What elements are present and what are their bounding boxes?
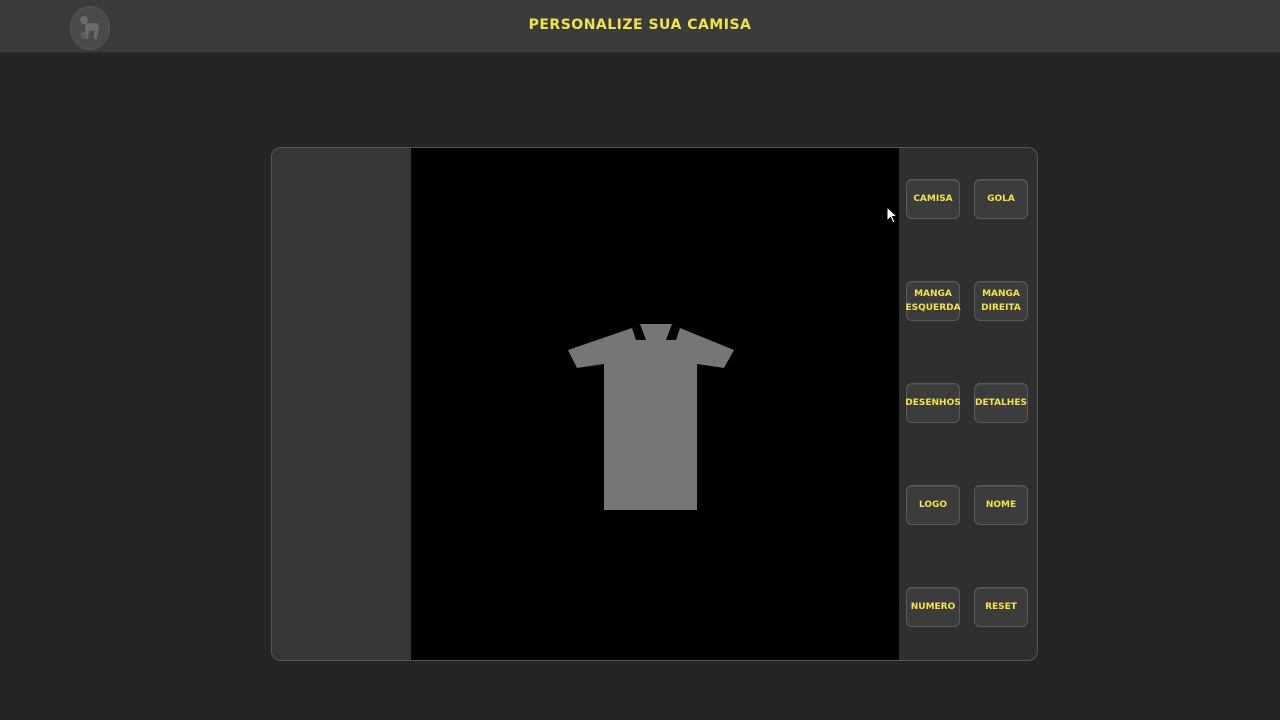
numero-button[interactable]: NUMERO <box>906 587 960 627</box>
mouse-cursor-icon <box>886 206 898 224</box>
page-title: PERSONALIZE SUA CAMISA <box>528 17 752 33</box>
desenhos-button[interactable]: DESENHOS <box>905 383 961 423</box>
nome-button[interactable]: NOME <box>974 485 1028 525</box>
reset-button[interactable]: RESET <box>974 587 1028 627</box>
logo-button[interactable]: LOGO <box>906 485 960 525</box>
left-side-panel <box>272 148 411 660</box>
detalhes-button[interactable]: DETALHES <box>974 383 1028 423</box>
shirt-preview <box>566 324 734 515</box>
manga-esquerda-button[interactable]: MANGA ESQUERDA <box>905 281 961 321</box>
controls-sidebar: CAMISA GOLA MANGA ESQUERDA MANGA DIREITA… <box>899 148 1037 660</box>
manga-direita-button[interactable]: MANGA DIREITA <box>974 281 1028 321</box>
customizer-panel: CAMISA GOLA MANGA ESQUERDA MANGA DIREITA… <box>271 147 1038 661</box>
shirt-preview-canvas[interactable] <box>411 148 899 660</box>
top-bar: PERSONALIZE SUA CAMISA <box>0 0 1280 53</box>
gola-button[interactable]: GOLA <box>974 179 1028 219</box>
camisa-button[interactable]: CAMISA <box>906 179 960 219</box>
